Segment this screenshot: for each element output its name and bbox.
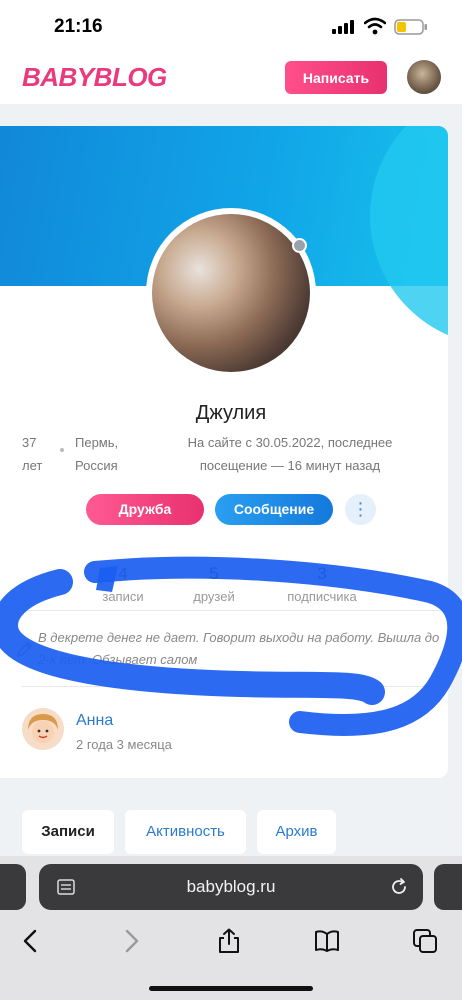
browser-toolbar: babyblog.ru	[0, 856, 462, 1000]
message-button[interactable]: Сообщение	[215, 494, 333, 525]
bookmarks-icon[interactable]	[314, 928, 340, 954]
share-icon[interactable]	[216, 928, 242, 954]
child-avatar-icon	[22, 708, 64, 750]
profile-avatar-frame	[146, 208, 316, 378]
stat-followers[interactable]: 3 подписчика	[277, 564, 367, 604]
user-avatar[interactable]	[407, 60, 441, 94]
profile-card: Джулия 37 лет Пермь, Россия На сайте с 3…	[0, 126, 448, 778]
home-indicator[interactable]	[149, 986, 313, 991]
status-time: 21:16	[54, 16, 103, 37]
stat-followers-label: подписчика	[287, 589, 357, 604]
pencil-icon	[17, 642, 32, 657]
age-unit: лет	[22, 458, 43, 473]
tab-archive[interactable]: Архив	[257, 810, 336, 854]
battery-icon	[394, 19, 427, 35]
stat-posts-label: записи	[102, 589, 144, 604]
profile-last-visit: На сайте с 30.05.2022, последнее посещен…	[187, 435, 393, 473]
divider	[22, 686, 440, 687]
friend-name-link[interactable]: Анна	[76, 712, 113, 730]
stat-friends-value: 5	[209, 564, 219, 583]
signal-icon	[332, 20, 354, 34]
stat-friends[interactable]: 5 друзей	[169, 564, 259, 604]
profile-location: Пермь, Россия	[75, 431, 145, 477]
forward-icon[interactable]	[118, 928, 144, 954]
cover-decoration	[370, 126, 448, 346]
city-name: Пермь,	[75, 435, 119, 450]
next-tab-preview[interactable]	[434, 864, 462, 910]
profile-age: 37 лет	[22, 431, 52, 477]
profile-status-text: В декрете денег не дает. Говорит выходи …	[38, 630, 440, 667]
address-bar[interactable]: babyblog.ru	[39, 864, 423, 910]
more-options-button[interactable]: ⋮	[345, 494, 376, 525]
friend-duration: 2 года 3 месяца	[76, 737, 172, 752]
app-header: BABYBLOG Написать	[0, 52, 462, 104]
babyblog-logo[interactable]: BABYBLOG	[22, 62, 167, 93]
tab-activity[interactable]: Активность	[125, 810, 246, 854]
reload-icon[interactable]	[389, 877, 409, 897]
wifi-icon	[364, 17, 386, 35]
profile-name: Джулия	[195, 402, 267, 424]
friendship-button[interactable]: Дружба	[86, 494, 204, 525]
profile-tabs: Записи Активность Архив	[0, 810, 462, 856]
write-button[interactable]: Написать	[285, 61, 387, 94]
divider	[22, 610, 440, 611]
tabs-icon[interactable]	[412, 928, 438, 954]
tab-posts[interactable]: Записи	[22, 810, 114, 854]
stat-followers-value: 3	[317, 564, 327, 583]
country-name: Россия	[75, 458, 118, 473]
previous-tab-preview[interactable]	[0, 864, 26, 910]
friend-avatar[interactable]	[22, 708, 64, 750]
back-icon[interactable]	[18, 928, 44, 954]
profile-avatar[interactable]	[152, 214, 310, 372]
age-number: 37	[22, 435, 37, 450]
url-text: babyblog.ru	[186, 877, 276, 896]
online-status-dot	[292, 238, 307, 253]
separator-dot	[60, 448, 64, 452]
stat-posts[interactable]: 4 записи	[78, 564, 168, 604]
stat-friends-label: друзей	[193, 589, 235, 604]
status-bar: 21:16	[0, 0, 462, 52]
stat-posts-value: 4	[118, 564, 128, 583]
